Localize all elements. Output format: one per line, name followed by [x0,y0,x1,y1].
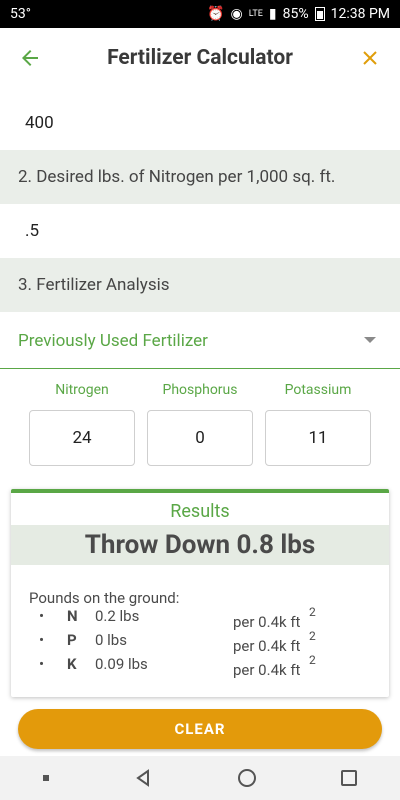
system-nav-bar [0,756,400,800]
result-letter: K [67,655,77,673]
nitrogen-section-header: 2. Desired lbs. of Nitrogen per 1,000 sq… [0,150,400,204]
pounds-on-ground-label: Pounds on the ground: [29,589,180,607]
close-icon [363,51,377,65]
result-sup: 2 [309,605,316,619]
back-button[interactable] [0,28,60,88]
alarm-icon: ⏰ [207,6,225,22]
potassium-field: Potassium 11 [265,380,371,466]
phosphorus-field: Phosphorus 0 [147,380,253,466]
result-amount: 0.09 lbs [95,655,148,673]
result-letter: P [67,631,77,649]
result-per: per 0.4k ft [233,661,301,679]
phosphorus-label: Phosphorus [162,382,238,398]
nitrogen-header-text: 2. Desired lbs. of Nitrogen per 1,000 sq… [18,167,336,187]
fertilizer-dropdown[interactable]: Previously Used Fertilizer [0,313,400,369]
potassium-value-input[interactable]: 11 [265,410,371,466]
throw-down-text: Throw Down 0.8 lbs [11,525,389,565]
bullet-icon: • [39,607,45,625]
nitrogen-value-input[interactable]: 24 [29,410,135,466]
caret-down-icon [364,337,376,343]
analysis-header-text: 3. Fertilizer Analysis [18,275,170,295]
status-icons: ⏰ ◉ LTE ▮ [207,6,277,22]
result-row-p: • P 0 lbs per 0.4k ft 2 [11,629,389,655]
area-input[interactable]: 400 [0,96,400,150]
arrow-left-icon [22,50,38,66]
network-text: LTE [248,9,263,19]
area-value: 400 [25,113,54,133]
signal-icon: ▮ [268,6,277,22]
results-title: Results [170,501,230,522]
bullet-icon: • [39,631,45,649]
clock-text: 12:38 PM [330,6,390,22]
result-amount: 0 lbs [95,631,127,649]
page-title: Fertilizer Calculator [107,46,293,70]
result-letter: N [67,607,78,625]
battery-icon [314,7,325,21]
bullet-icon: • [39,655,45,673]
results-card: Results Throw Down 0.8 lbs Pounds on the… [11,489,389,697]
nav-back-icon[interactable] [134,769,152,787]
phosphorus-value-input[interactable]: 0 [147,410,253,466]
close-button[interactable] [340,28,400,88]
analysis-section-header: 3. Fertilizer Analysis [0,258,400,312]
potassium-label: Potassium [284,382,352,398]
result-row-n: • N 0.2 lbs per 0.4k ft 2 [11,605,389,631]
nitrogen-input-value: .5 [25,221,40,241]
app-bar: Fertilizer Calculator [0,28,400,88]
nav-recent-icon[interactable] [341,770,358,786]
result-per: per 0.4k ft [233,637,301,655]
battery-percent: 85% [282,6,309,22]
nav-home-icon[interactable] [237,769,256,787]
temperature-text: 53° [10,6,31,22]
wifi-icon: ◉ [230,6,243,22]
result-per: per 0.4k ft [233,613,301,631]
menu-dot-icon[interactable] [42,775,49,781]
status-bar: 53° ⏰ ◉ LTE ▮ 85% 12:38 PM [0,0,400,28]
result-amount: 0.2 lbs [95,607,140,625]
nitrogen-label: Nitrogen [55,382,109,398]
clear-button[interactable]: CLEAR [18,709,382,749]
dropdown-selected-text: Previously Used Fertilizer [18,330,208,351]
result-sup: 2 [309,653,316,667]
result-sup: 2 [309,629,316,643]
nitrogen-input[interactable]: .5 [0,204,400,258]
nitrogen-field: Nitrogen 24 [29,380,135,466]
result-row-k: • K 0.09 lbs per 0.4k ft 2 [11,653,389,679]
status-right: ⏰ ◉ LTE ▮ 85% 12:38 PM [207,6,390,22]
